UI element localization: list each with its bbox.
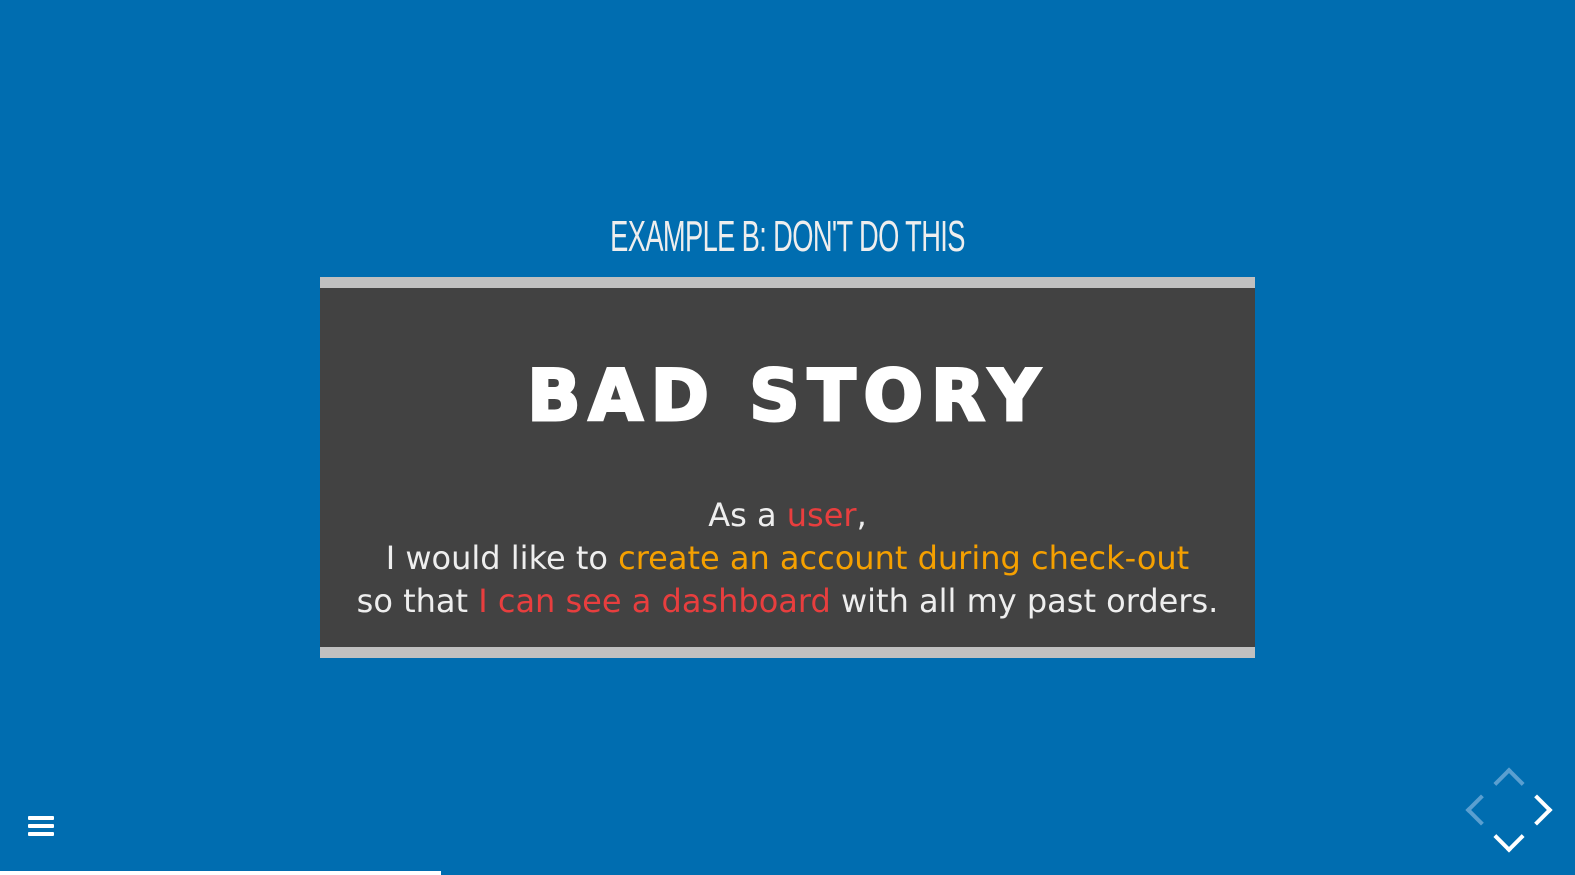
- chevron-down-icon[interactable]: [1493, 821, 1525, 853]
- menu-bar: [28, 816, 54, 820]
- hamburger-icon[interactable]: [28, 816, 54, 840]
- navigation-controls: [1462, 766, 1556, 860]
- story-line-1-suffix: ,: [856, 496, 867, 534]
- story-box: BAD STORY As a user, I would like to cre…: [320, 277, 1255, 658]
- progress-track: [0, 871, 1575, 875]
- story-line-2-prefix: I would like to: [385, 539, 619, 577]
- chevron-up-icon[interactable]: [1493, 767, 1525, 799]
- story-line-2: I would like to create an account during…: [320, 537, 1255, 580]
- story-role-highlight: user: [786, 496, 857, 534]
- story-line-3-prefix: so that: [356, 582, 479, 620]
- progress-bar: [0, 871, 441, 875]
- menu-bar: [28, 832, 54, 836]
- story-heading: BAD STORY: [526, 355, 1048, 438]
- menu-bar: [28, 824, 54, 828]
- story-line-3-suffix: with all my past orders.: [830, 582, 1219, 620]
- story-text: As a user, I would like to create an acc…: [320, 494, 1255, 623]
- slide-title: EXAMPLE B: DON'T DO THIS: [610, 212, 965, 261]
- chevron-right-icon[interactable]: [1521, 794, 1553, 826]
- story-goal-highlight: create an account during check-out: [618, 539, 1190, 577]
- story-line-1: As a user,: [320, 494, 1255, 537]
- story-benefit-highlight: I can see a dashboard: [478, 582, 831, 620]
- chevron-left-icon[interactable]: [1465, 794, 1497, 826]
- story-line-3: so that I can see a dashboard with all m…: [320, 580, 1255, 623]
- story-line-1-prefix: As a: [708, 496, 787, 534]
